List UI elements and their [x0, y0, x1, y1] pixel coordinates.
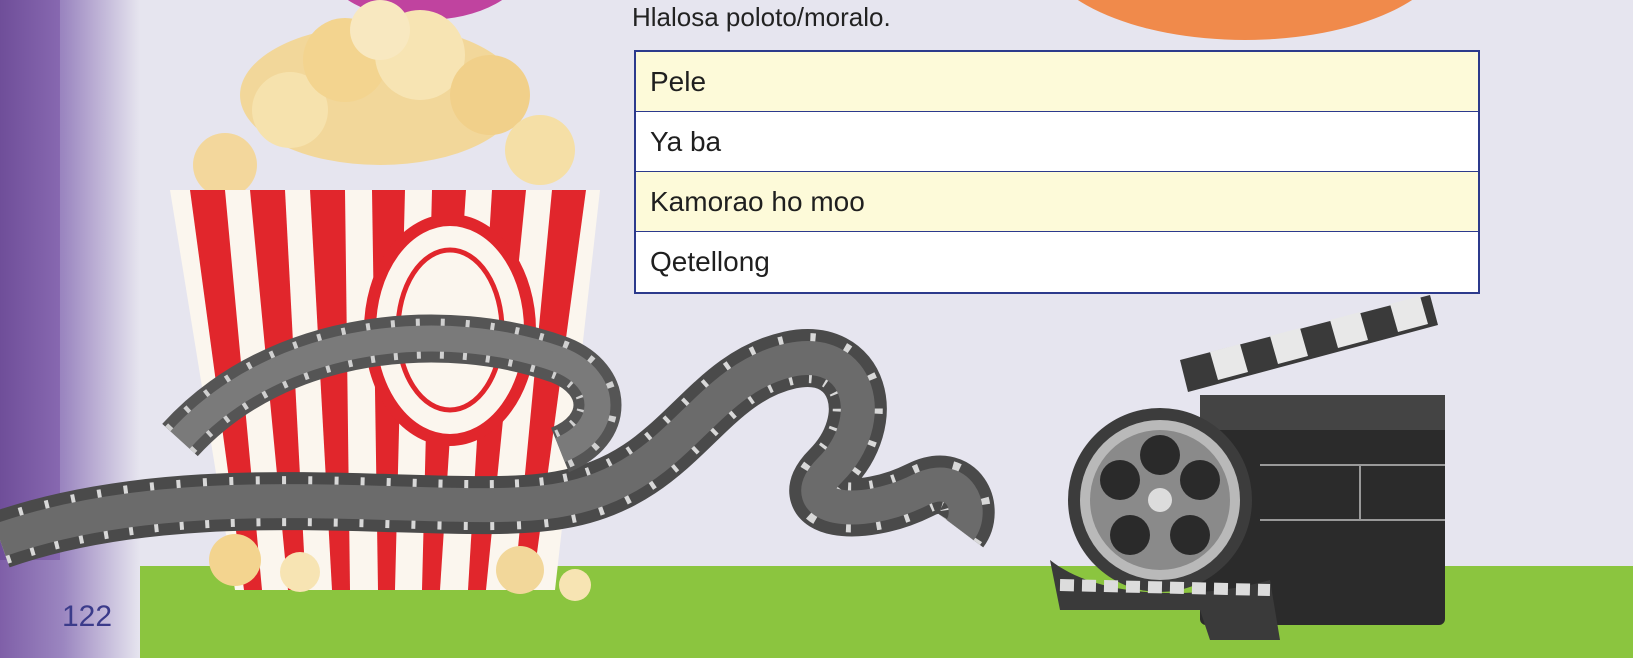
page-number: 122 [62, 600, 113, 633]
table-row-then[interactable]: Ya ba [636, 112, 1478, 172]
table-row-after-that[interactable]: Kamorao ho moo [636, 172, 1478, 232]
plot-outline-table: Pele Ya ba Kamorao ho moo Qetellong [634, 50, 1480, 294]
table-row-ending[interactable]: Qetellong [636, 232, 1478, 292]
instruction-text: Hlalosa poloto/moralo. [632, 2, 891, 32]
table-row-beginning[interactable]: Pele [636, 52, 1478, 112]
